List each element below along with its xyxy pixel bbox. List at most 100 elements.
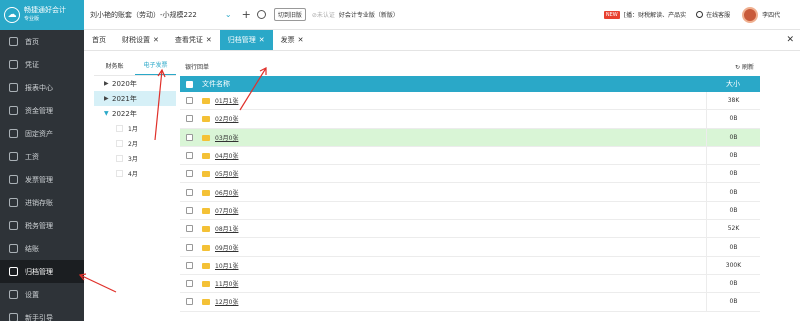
file-size: 0B (706, 165, 760, 183)
table-row[interactable]: 03月0张 0B (180, 128, 760, 147)
refresh-button[interactable]: ↻ 刷新 (735, 62, 754, 71)
tab[interactable]: 财税设置 ✕ (114, 30, 167, 50)
file-name-link[interactable]: 09月0张 (215, 245, 238, 252)
sidebar-item-label: 首页 (25, 37, 39, 46)
table-row[interactable]: 06月0张 0B (180, 183, 760, 202)
month-checkbox[interactable] (116, 170, 123, 177)
file-name-link[interactable]: 01月1张 (215, 98, 238, 105)
archive-subtab[interactable]: 电子发票 (135, 55, 176, 75)
table-header: 文件名称 大小 (180, 76, 760, 92)
file-name-link[interactable]: 02月0张 (215, 116, 238, 123)
tree-node-year[interactable]: ▶ 2020年 (94, 76, 176, 91)
sidebar-item[interactable]: 归档管理 (0, 260, 84, 283)
archive-subtab[interactable]: 财务账 (94, 55, 135, 75)
logo[interactable]: ☁ 畅捷通好会计 专业版 (0, 0, 84, 30)
switch-old-version-button[interactable]: 切到旧版 (273, 8, 306, 21)
sidebar-item[interactable]: 报表中心 (0, 76, 84, 99)
tab[interactable]: 查看凭证 ✕ (167, 30, 220, 50)
gear-icon[interactable] (256, 10, 266, 19)
folder-icon (202, 171, 210, 178)
file-name-link[interactable]: 07月0张 (215, 208, 238, 215)
row-checkbox[interactable] (185, 280, 193, 288)
company-selector[interactable]: 刘小艳的账套（劳动）-小规模222 (90, 10, 197, 20)
caret-right-icon[interactable]: ▶ (104, 80, 112, 87)
table-row[interactable]: 12月0张 0B (180, 293, 760, 312)
tab[interactable]: 发票 ✕ (273, 30, 312, 50)
sidebar-item[interactable]: 首页 (0, 30, 84, 53)
folder-icon (202, 98, 210, 105)
row-checkbox[interactable] (185, 115, 193, 123)
caret-down-icon[interactable]: ▼ (104, 110, 112, 117)
sidebar-item[interactable]: 工资 (0, 145, 84, 168)
file-name-link[interactable]: 12月0张 (215, 299, 238, 306)
file-name-link[interactable]: 03月0张 (215, 135, 238, 142)
tree-node-month[interactable]: 2月 (94, 136, 176, 151)
tree-node-label: 2021年 (112, 94, 137, 103)
month-checkbox[interactable] (116, 155, 123, 162)
row-checkbox[interactable] (185, 243, 193, 251)
row-checkbox[interactable] (185, 152, 193, 160)
sidebar-item-label: 报表中心 (25, 83, 53, 92)
table-row[interactable]: 08月1张 52K (180, 220, 760, 239)
unverified-badge: ⊘未认证 (311, 12, 335, 19)
sidebar-item[interactable]: 新手引导 (0, 306, 84, 321)
close-icon[interactable]: ✕ (153, 36, 159, 44)
tree-node-year[interactable]: ▶ 2021年 (94, 91, 176, 106)
bank-receipt-tab[interactable]: 银行回单 (185, 62, 209, 71)
month-checkbox[interactable] (116, 125, 123, 132)
table-row[interactable]: 01月1张 38K (180, 92, 760, 111)
sidebar-item[interactable]: 资金管理 (0, 99, 84, 122)
tree-node-month[interactable]: 1月 (94, 121, 176, 136)
avatar[interactable] (742, 6, 759, 23)
sidebar-item[interactable]: 进销存账 (0, 191, 84, 214)
tree-node-year[interactable]: ▼ 2022年 (94, 106, 176, 121)
folder-icon (202, 299, 210, 306)
file-name-link[interactable]: 11月0张 (215, 281, 238, 288)
file-name-link[interactable]: 10月1张 (215, 263, 238, 270)
file-name-link[interactable]: 04月0张 (215, 153, 238, 160)
sidebar-item[interactable]: 税务管理 (0, 214, 84, 237)
online-support-link[interactable]: 在线客服 (696, 10, 730, 19)
news-badge[interactable]: NEW (603, 10, 620, 19)
row-checkbox[interactable] (185, 133, 193, 141)
table-row[interactable]: 04月0张 0B (180, 146, 760, 166)
support-label: 在线客服 (706, 12, 731, 19)
row-checkbox[interactable] (185, 298, 193, 306)
news-ticker[interactable]: [播：财税解读、产品实 (624, 10, 686, 19)
sidebar-item[interactable]: 发票管理 (0, 168, 84, 191)
close-all-tabs-icon[interactable]: ✕ (786, 30, 794, 50)
sidebar-item[interactable]: 结账 (0, 237, 84, 260)
month-checkbox[interactable] (116, 140, 123, 147)
file-name-link[interactable]: 08月1张 (215, 226, 238, 233)
table-row[interactable]: 02月0张 0B (180, 110, 760, 129)
table-row[interactable]: 11月0张 0B (180, 274, 760, 294)
row-checkbox[interactable] (185, 261, 193, 269)
tree-node-month[interactable]: 4月 (94, 166, 176, 181)
tree-node-month[interactable]: 3月 (94, 151, 176, 166)
table-row[interactable]: 10月1张 300K (180, 256, 760, 275)
row-checkbox[interactable] (185, 225, 193, 233)
close-icon[interactable]: ✕ (259, 36, 265, 44)
row-checkbox[interactable] (185, 188, 193, 196)
select-all-checkbox[interactable] (185, 80, 193, 88)
table-row[interactable]: 09月0张 0B (180, 238, 760, 257)
sidebar-item[interactable]: 固定资产 (0, 122, 84, 145)
row-checkbox[interactable] (185, 206, 193, 214)
add-icon[interactable]: + (242, 8, 251, 21)
file-name-link[interactable]: 05月0张 (215, 171, 238, 178)
table-row[interactable]: 05月0张 0B (180, 165, 760, 184)
close-icon[interactable]: ✕ (298, 36, 304, 44)
sidebar-item[interactable]: 设置 (0, 283, 84, 306)
row-checkbox[interactable] (185, 97, 193, 105)
chevron-down-icon[interactable]: ⌄ (225, 10, 232, 19)
table-row[interactable]: 07月0张 0B (180, 201, 760, 221)
user-name[interactable]: 李四代 (762, 10, 780, 19)
file-name-link[interactable]: 06月0张 (215, 190, 238, 197)
sidebar-item[interactable]: 凭证 (0, 53, 84, 76)
tab[interactable]: 归档管理 ✕ (219, 30, 273, 50)
row-checkbox[interactable] (185, 170, 193, 178)
file-size: 0B (706, 146, 760, 165)
close-icon[interactable]: ✕ (206, 36, 212, 44)
tab[interactable]: 首页 (84, 30, 114, 50)
caret-right-icon[interactable]: ▶ (104, 95, 112, 102)
